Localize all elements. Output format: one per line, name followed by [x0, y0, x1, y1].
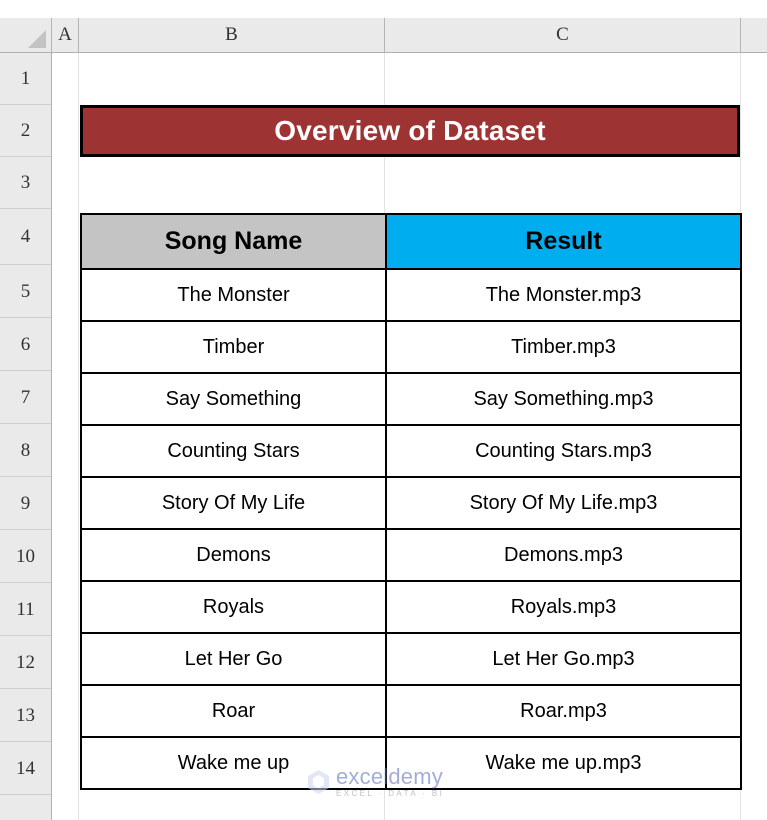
cell-result[interactable]: The Monster.mp3	[385, 268, 742, 322]
column-header-result[interactable]: Result	[385, 213, 742, 270]
table-row[interactable]: Counting Stars Counting Stars.mp3	[80, 424, 742, 478]
cell-result[interactable]: Roar.mp3	[385, 684, 742, 738]
row-header-11[interactable]: 11	[0, 583, 51, 636]
grid-line-a-b	[78, 53, 79, 820]
cell-result[interactable]: Say Something.mp3	[385, 372, 742, 426]
select-all-triangle-icon	[28, 30, 46, 48]
cell-result[interactable]: Timber.mp3	[385, 320, 742, 374]
exceldemy-watermark: exceldemy EXCEL · DATA · BI	[307, 766, 444, 798]
row-header-12[interactable]: 12	[0, 636, 51, 689]
column-header-a[interactable]: A	[52, 18, 79, 52]
row-header-1[interactable]: 1	[0, 53, 51, 105]
cell-song-name[interactable]: Roar	[80, 684, 387, 738]
cell-song-name[interactable]: Royals	[80, 580, 387, 634]
table-row[interactable]: Let Her Go Let Her Go.mp3	[80, 632, 742, 686]
row-header-6[interactable]: 6	[0, 318, 51, 371]
row-header-13[interactable]: 13	[0, 689, 51, 742]
row-header-2[interactable]: 2	[0, 105, 51, 157]
cell-result[interactable]: Demons.mp3	[385, 528, 742, 582]
cell-result[interactable]: Story Of My Life.mp3	[385, 476, 742, 530]
table-row[interactable]: The Monster The Monster.mp3	[80, 268, 742, 322]
dataset-title-text: Overview of Dataset	[274, 115, 546, 146]
cell-song-name[interactable]: The Monster	[80, 268, 387, 322]
cell-result[interactable]: Royals.mp3	[385, 580, 742, 634]
table-row[interactable]: Roar Roar.mp3	[80, 684, 742, 738]
table-row[interactable]: Timber Timber.mp3	[80, 320, 742, 374]
cell-song-name[interactable]: Demons	[80, 528, 387, 582]
song-result-table[interactable]: Song Name Result The Monster The Monster…	[80, 213, 742, 790]
row-header-3[interactable]: 3	[0, 157, 51, 209]
row-header-column: 1 2 3 4 5 6 7 8 9 10 11 12 13 14	[0, 53, 52, 820]
column-header-b[interactable]: B	[79, 18, 385, 52]
cell-result[interactable]: Counting Stars.mp3	[385, 424, 742, 478]
cell-result[interactable]: Let Her Go.mp3	[385, 632, 742, 686]
cell-song-name[interactable]: Story Of My Life	[80, 476, 387, 530]
row-header-7[interactable]: 7	[0, 371, 51, 424]
cell-song-name[interactable]: Timber	[80, 320, 387, 374]
dataset-title-banner[interactable]: Overview of Dataset	[80, 105, 740, 157]
table-row[interactable]: Story Of My Life Story Of My Life.mp3	[80, 476, 742, 530]
watermark-tagline: EXCEL · DATA · BI	[336, 789, 445, 798]
cell-song-name[interactable]: Let Her Go	[80, 632, 387, 686]
row-header-8[interactable]: 8	[0, 424, 51, 477]
cell-song-name[interactable]: Counting Stars	[80, 424, 387, 478]
column-header-song-name[interactable]: Song Name	[80, 213, 387, 270]
watermark-brand-name: exceldemy	[336, 764, 443, 789]
row-header-14[interactable]: 14	[0, 742, 51, 795]
table-row[interactable]: Say Something Say Something.mp3	[80, 372, 742, 426]
select-all-button[interactable]	[0, 18, 52, 52]
row-header-4[interactable]: 4	[0, 209, 51, 265]
cell-song-name[interactable]: Say Something	[80, 372, 387, 426]
table-header-row: Song Name Result	[80, 213, 742, 270]
column-header-row: A B C	[0, 18, 767, 53]
table-row[interactable]: Royals Royals.mp3	[80, 580, 742, 634]
table-row[interactable]: Demons Demons.mp3	[80, 528, 742, 582]
exceldemy-logo-icon	[307, 769, 330, 795]
row-header-5[interactable]: 5	[0, 265, 51, 318]
column-header-c[interactable]: C	[385, 18, 741, 52]
row-header-9[interactable]: 9	[0, 477, 51, 530]
row-header-10[interactable]: 10	[0, 530, 51, 583]
